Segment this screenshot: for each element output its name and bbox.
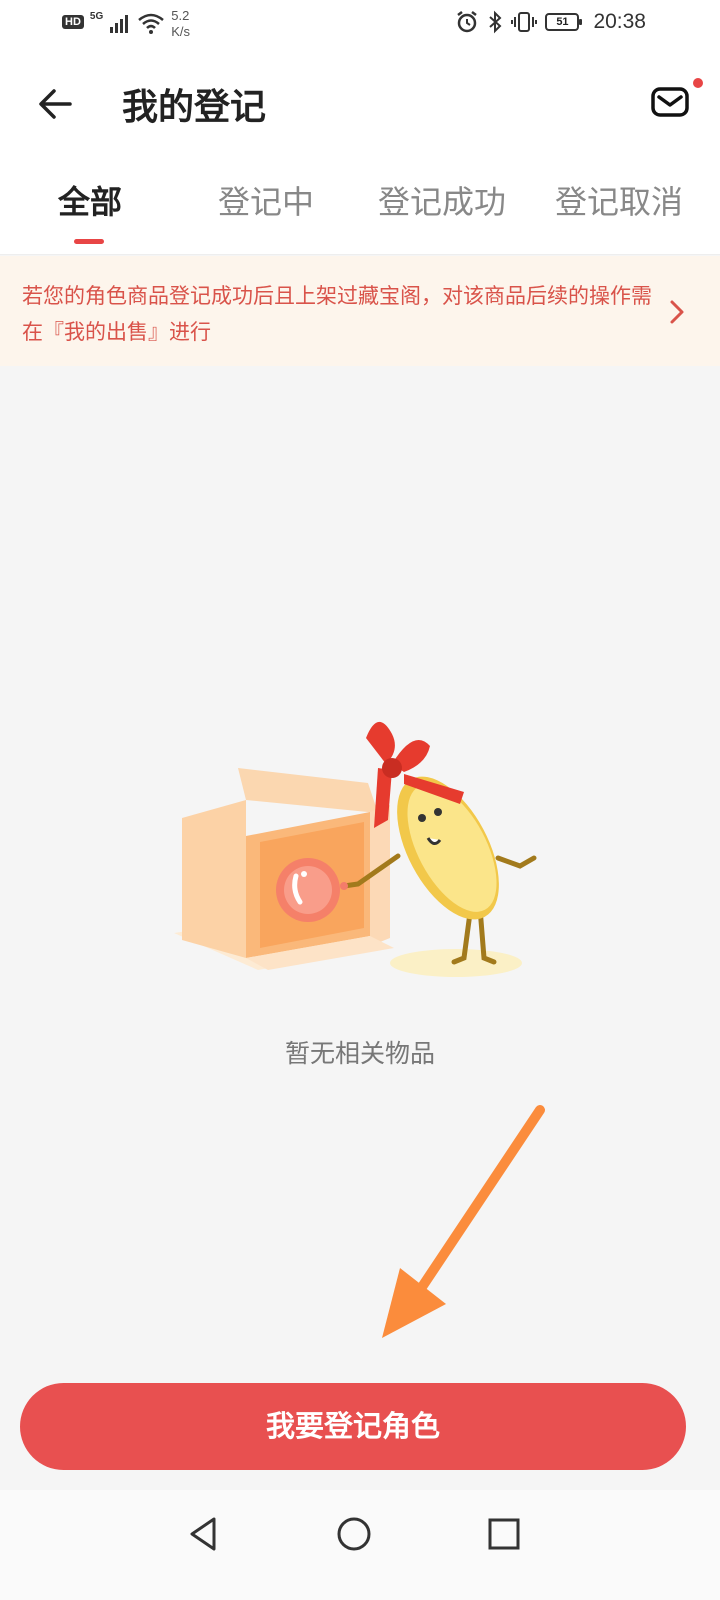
mail-icon: [651, 87, 689, 117]
empty-state-message: 暂无相关物品: [284, 1039, 435, 1068]
notice-text: 若您的角色商品登记成功后且上架过藏宝阁，对该商品后续的操作需在『我的出售』进行: [22, 284, 652, 344]
tab-all[interactable]: 全部: [58, 177, 122, 223]
bluetooth-icon: [489, 10, 502, 34]
battery-icon: 51: [545, 13, 583, 31]
status-left: HD 5G 5.2 K/s: [62, 8, 190, 40]
nav-recent-button[interactable]: [482, 1512, 526, 1556]
speed-unit: K/s: [171, 24, 191, 39]
register-role-button[interactable]: 我要登记角色: [20, 1383, 686, 1470]
status-bar: HD 5G 5.2 K/s 51 20:38: [0, 0, 720, 50]
page-title: 我的登记: [122, 86, 267, 128]
signal-icon: [110, 15, 129, 33]
hd-badge: HD: [62, 15, 84, 29]
back-button[interactable]: [34, 82, 78, 126]
nav-back-button[interactable]: [182, 1512, 226, 1556]
status-right: 51 20:38: [455, 10, 646, 34]
nav-home-icon: [337, 1517, 371, 1551]
nav-home-button[interactable]: [332, 1512, 376, 1556]
active-tab-indicator: [74, 239, 104, 244]
coin-mascot-box-illustration: [174, 721, 537, 977]
system-nav-bar: [0, 1490, 720, 1600]
vibrate-icon: [511, 12, 538, 32]
clock: 20:38: [593, 10, 646, 33]
mail-button[interactable]: [651, 78, 706, 126]
tab-registered[interactable]: 登记成功: [378, 177, 506, 223]
unread-dot: [693, 78, 703, 88]
network-type: 5G: [89, 11, 104, 22]
nav-back-icon: [190, 1517, 216, 1551]
tab-bar: 全部 登记中 登记成功 登记取消: [0, 155, 720, 255]
alarm-icon: [457, 11, 478, 33]
chevron-right-icon: [670, 300, 684, 324]
notice-banner[interactable]: 若您的角色商品登记成功后且上架过藏宝阁，对该商品后续的操作需在『我的出售』进行: [0, 256, 720, 366]
arrow-left-icon: [39, 89, 72, 119]
tab-cancelled[interactable]: 登记取消: [555, 177, 683, 223]
wifi-icon: [138, 13, 165, 34]
header: 我的登记: [0, 50, 720, 155]
tab-registering[interactable]: 登记中: [218, 177, 314, 223]
nav-recent-icon: [488, 1518, 520, 1550]
network-speed: 5.2 K/s: [171, 8, 190, 40]
annotation-arrow: [382, 1105, 545, 1338]
speed-value: 5.2: [171, 8, 190, 23]
